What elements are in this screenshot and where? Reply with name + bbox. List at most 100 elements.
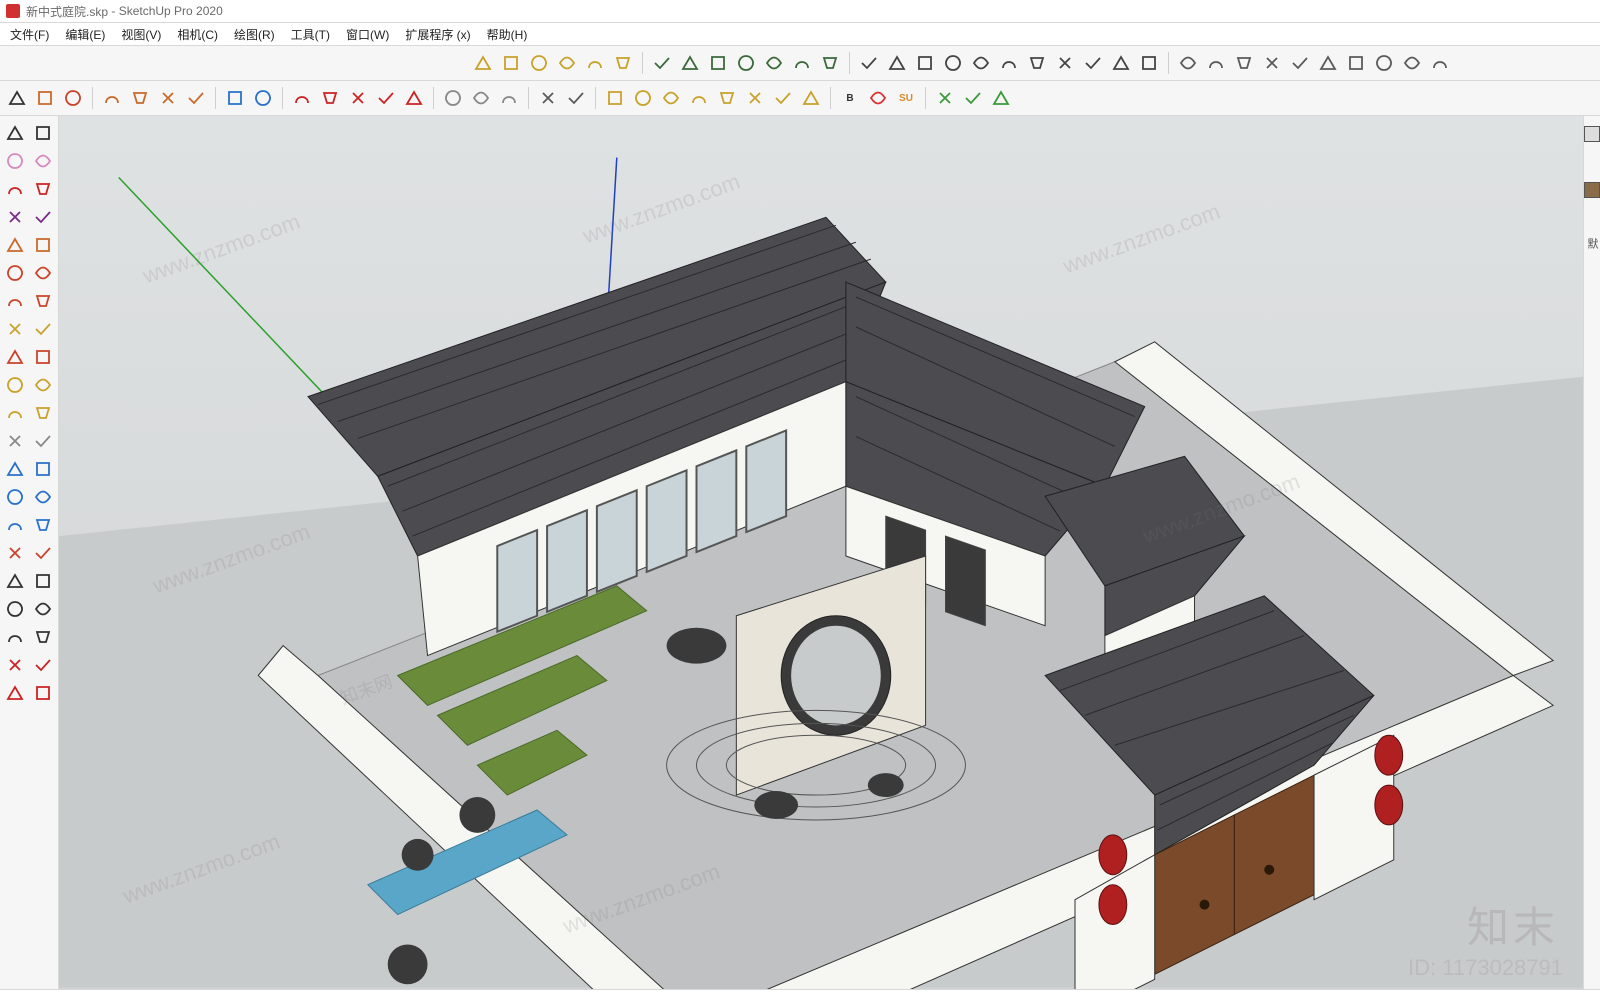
eye-icon[interactable] bbox=[30, 596, 56, 622]
menu-tools[interactable]: 工具(T) bbox=[283, 24, 338, 45]
freehand-red-icon[interactable] bbox=[345, 85, 371, 111]
followme-tool-icon[interactable] bbox=[30, 372, 56, 398]
protractor-tool-icon[interactable] bbox=[2, 428, 28, 454]
section-tool-icon[interactable] bbox=[30, 568, 56, 594]
pie-tool-icon[interactable] bbox=[30, 260, 56, 286]
sandbox7-icon[interactable] bbox=[1343, 50, 1369, 76]
face-style2-icon[interactable] bbox=[30, 624, 56, 650]
sandbox5-icon[interactable] bbox=[1287, 50, 1313, 76]
zoom-extents-icon[interactable] bbox=[30, 512, 56, 538]
paint-icon[interactable] bbox=[60, 85, 86, 111]
cube7-icon[interactable] bbox=[770, 85, 796, 111]
select-icon[interactable] bbox=[4, 85, 30, 111]
tray-material-swatch[interactable] bbox=[1584, 182, 1600, 198]
style-shaded-textures-icon[interactable] bbox=[789, 50, 815, 76]
viewport-3d[interactable]: www.znzmo.com www.znzmo.com www.znzmo.co… bbox=[59, 116, 1583, 989]
polygon-tool-icon[interactable] bbox=[30, 232, 56, 258]
pan-tool-icon[interactable] bbox=[30, 484, 56, 510]
curve1-icon[interactable] bbox=[856, 50, 882, 76]
style-mono-icon[interactable] bbox=[817, 50, 843, 76]
section-cut-icon[interactable] bbox=[155, 85, 181, 111]
style-wireframe-icon[interactable] bbox=[705, 50, 731, 76]
curve4-icon[interactable] bbox=[940, 50, 966, 76]
plugin-c-icon[interactable] bbox=[496, 85, 522, 111]
redo-icon[interactable] bbox=[250, 85, 276, 111]
cube2-icon[interactable] bbox=[630, 85, 656, 111]
cube6-icon[interactable] bbox=[742, 85, 768, 111]
top-view-icon[interactable] bbox=[526, 50, 552, 76]
menu-extensions[interactable]: 扩展程序 (x) bbox=[397, 24, 478, 45]
eraser-hard-icon[interactable] bbox=[30, 148, 56, 174]
bezier-red-icon[interactable] bbox=[373, 85, 399, 111]
look-around-icon[interactable] bbox=[30, 540, 56, 566]
menu-file[interactable]: 文件(F) bbox=[2, 24, 57, 45]
style-hidden-icon[interactable] bbox=[733, 50, 759, 76]
back-view-icon[interactable] bbox=[554, 50, 580, 76]
paint-red-icon[interactable] bbox=[2, 652, 28, 678]
paint-red2-icon[interactable] bbox=[30, 652, 56, 678]
menu-camera[interactable]: 相机(C) bbox=[169, 24, 226, 45]
face-style-icon[interactable] bbox=[2, 624, 28, 650]
shadow-icon[interactable] bbox=[535, 85, 561, 111]
fog-icon[interactable] bbox=[563, 85, 589, 111]
orbit-tool-icon[interactable] bbox=[2, 484, 28, 510]
curve5-icon[interactable] bbox=[968, 50, 994, 76]
right-view-icon[interactable] bbox=[610, 50, 636, 76]
right-tray[interactable]: 默 bbox=[1583, 116, 1600, 989]
style-backedge-icon[interactable] bbox=[677, 50, 703, 76]
curve9-icon[interactable] bbox=[1080, 50, 1106, 76]
curve11-icon[interactable] bbox=[1136, 50, 1162, 76]
arc-tool-icon[interactable] bbox=[2, 260, 28, 286]
weld-red-icon[interactable] bbox=[401, 85, 427, 111]
front-view-icon[interactable] bbox=[498, 50, 524, 76]
ext-b-icon[interactable]: B bbox=[837, 85, 863, 111]
scale-tool-icon[interactable] bbox=[2, 372, 28, 398]
rotate-tool-icon[interactable] bbox=[30, 344, 56, 370]
arc2-tool-icon[interactable] bbox=[2, 288, 28, 314]
sandbox3-icon[interactable] bbox=[1231, 50, 1257, 76]
sandbox10-icon[interactable] bbox=[1427, 50, 1453, 76]
arc-red-icon[interactable] bbox=[317, 85, 343, 111]
position-camera-icon[interactable] bbox=[2, 540, 28, 566]
style-shaded-icon[interactable] bbox=[761, 50, 787, 76]
curve2-icon[interactable] bbox=[884, 50, 910, 76]
eraser-soft-icon[interactable] bbox=[2, 148, 28, 174]
tray-swatch[interactable] bbox=[1584, 126, 1600, 142]
ext-green1-icon[interactable] bbox=[932, 85, 958, 111]
section-icon[interactable] bbox=[99, 85, 125, 111]
sandbox9-icon[interactable] bbox=[1399, 50, 1425, 76]
left-view-icon[interactable] bbox=[582, 50, 608, 76]
model-canvas[interactable] bbox=[59, 116, 1583, 989]
ext-suapp-icon[interactable]: SU bbox=[893, 85, 919, 111]
sandbox1-icon[interactable] bbox=[1175, 50, 1201, 76]
axes-tool-icon[interactable] bbox=[2, 456, 28, 482]
line-red-icon[interactable] bbox=[289, 85, 315, 111]
zoom-tool-icon[interactable] bbox=[2, 512, 28, 538]
dimension-tool-icon[interactable] bbox=[30, 400, 56, 426]
ext-eyedrop-icon[interactable] bbox=[988, 85, 1014, 111]
tape-tool-icon[interactable] bbox=[2, 400, 28, 426]
menu-draw[interactable]: 绘图(R) bbox=[226, 24, 283, 45]
iso-view-icon[interactable] bbox=[470, 50, 496, 76]
lasso-tool-icon[interactable] bbox=[30, 120, 56, 146]
cube3-icon[interactable] bbox=[658, 85, 684, 111]
ext-green2-icon[interactable] bbox=[960, 85, 986, 111]
move-tool-icon[interactable] bbox=[2, 344, 28, 370]
style-xray-icon[interactable] bbox=[649, 50, 675, 76]
curve3-icon[interactable] bbox=[912, 50, 938, 76]
menu-help[interactable]: 帮助(H) bbox=[479, 24, 536, 45]
arc3-tool-icon[interactable] bbox=[30, 288, 56, 314]
rotated-rect-icon[interactable] bbox=[30, 204, 56, 230]
curve6-icon[interactable] bbox=[996, 50, 1022, 76]
text-tool-icon[interactable] bbox=[30, 428, 56, 454]
sandbox8-icon[interactable] bbox=[1371, 50, 1397, 76]
sandbox4-icon[interactable] bbox=[1259, 50, 1285, 76]
menu-window[interactable]: 窗口(W) bbox=[338, 24, 397, 45]
component-icon[interactable] bbox=[32, 85, 58, 111]
curve10-icon[interactable] bbox=[1108, 50, 1134, 76]
cube8-icon[interactable] bbox=[798, 85, 824, 111]
section-display-icon[interactable] bbox=[127, 85, 153, 111]
line-tool-icon[interactable] bbox=[2, 176, 28, 202]
ext-red-icon[interactable] bbox=[865, 85, 891, 111]
menu-view[interactable]: 视图(V) bbox=[113, 24, 169, 45]
